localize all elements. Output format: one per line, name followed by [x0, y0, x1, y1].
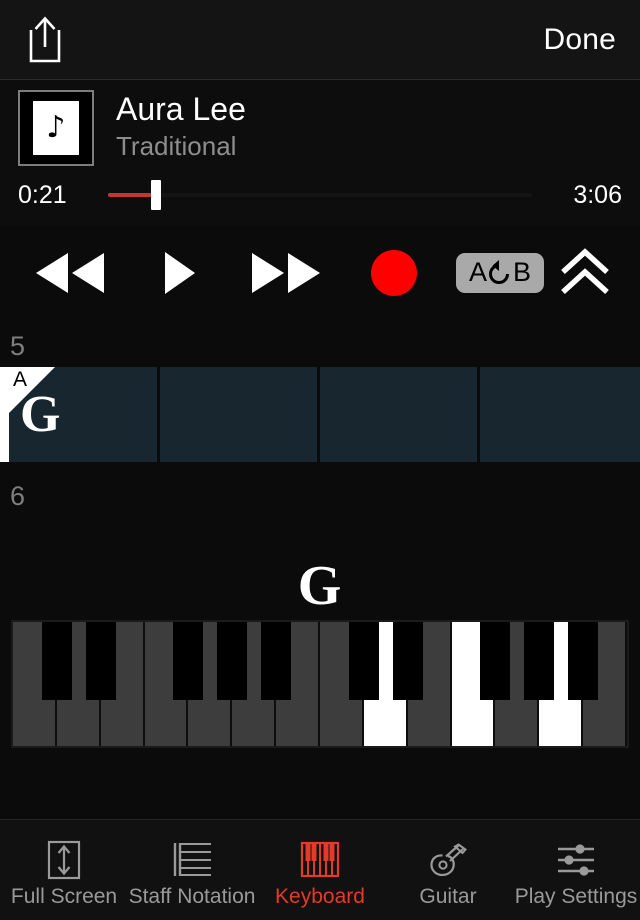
transport-controls: A B	[0, 225, 640, 320]
staff-notation-icon-wrap	[169, 837, 215, 883]
elapsed-time: 0:21	[18, 180, 67, 209]
black-key[interactable]	[173, 622, 204, 700]
tab-play-settings[interactable]: Play Settings	[512, 820, 640, 920]
song-row: ♪ Aura Lee Traditional	[18, 90, 622, 166]
keyboard-icon-wrap	[298, 837, 342, 883]
black-key[interactable]	[568, 622, 599, 700]
play-icon	[165, 251, 195, 294]
beat-cell[interactable]	[320, 367, 480, 462]
progress-knob[interactable]	[150, 180, 161, 210]
rewind-button[interactable]	[14, 238, 124, 308]
measure-number-top: 5	[10, 331, 26, 361]
album-artwork-inner: ♪	[33, 101, 79, 155]
share-button[interactable]	[22, 12, 68, 68]
total-time: 3:06	[573, 180, 622, 209]
record-button[interactable]	[342, 238, 446, 308]
chevron-double-up-icon	[561, 247, 609, 294]
staff-notation-icon	[173, 843, 211, 876]
progress-fill	[108, 193, 156, 197]
black-key[interactable]	[261, 622, 292, 700]
expand-button[interactable]	[554, 238, 626, 308]
piano-keyboard[interactable]	[11, 620, 629, 748]
share-upload-icon	[29, 16, 61, 62]
tab-label: Play Settings	[514, 885, 638, 908]
black-key[interactable]	[392, 622, 423, 700]
play-button[interactable]	[124, 238, 232, 308]
sliders-icon	[558, 844, 594, 876]
beat-cell[interactable]	[160, 367, 320, 462]
app-root: Done ♪ Aura Lee Traditional 0:21 3:06 A …	[0, 0, 640, 920]
song-title: Aura Lee	[116, 91, 246, 127]
album-artwork: ♪	[18, 90, 94, 166]
eighth-note-icon: ♪	[46, 110, 66, 145]
sliders-icon-wrap	[552, 837, 600, 883]
loop-arrow-icon	[489, 259, 509, 284]
playback-progress-row: 0:21 3:06	[18, 180, 622, 210]
rewind-icon	[36, 252, 104, 293]
current-chord-name: G	[297, 555, 343, 617]
chord-track-area[interactable]: 5 6 A G	[0, 320, 640, 510]
measure-strip[interactable]	[0, 367, 640, 462]
loop-b-label: B	[513, 257, 532, 287]
black-key[interactable]	[217, 622, 248, 700]
tab-label: Guitar	[419, 885, 477, 908]
tab-guitar[interactable]: Guitar	[384, 820, 512, 920]
tab-label: Full Screen	[10, 885, 118, 908]
guitar-icon-wrap	[424, 837, 472, 883]
loop-a-label: A	[468, 257, 487, 287]
keyboard-icon	[300, 841, 340, 878]
tab-staff-notation[interactable]: Staff Notation	[128, 820, 256, 920]
black-key[interactable]	[41, 622, 72, 700]
black-key[interactable]	[480, 622, 511, 700]
progress-slider[interactable]	[108, 180, 532, 210]
fast-forward-button[interactable]	[232, 238, 342, 308]
loop-ab-chip: A B	[456, 252, 544, 293]
progress-track	[108, 193, 532, 197]
guitar-icon	[430, 843, 467, 877]
done-button[interactable]: Done	[541, 19, 618, 61]
song-info-panel: ♪ Aura Lee Traditional 0:21 3:06	[0, 80, 640, 225]
black-key[interactable]	[85, 622, 116, 700]
tab-full-screen[interactable]: Full Screen	[0, 820, 128, 920]
top-navigation-bar: Done	[0, 0, 640, 80]
fast-forward-icon	[252, 252, 320, 293]
loop-ab-button[interactable]: A B	[446, 238, 554, 308]
tab-label: Staff Notation	[128, 885, 256, 908]
black-key[interactable]	[524, 622, 555, 700]
song-artist: Traditional	[116, 130, 237, 161]
instrument-panel: G	[0, 510, 640, 819]
record-dot-icon	[371, 249, 417, 296]
tab-label: Keyboard	[275, 885, 365, 908]
measure-chord-label: G	[20, 386, 61, 443]
measure-number-bottom: 6	[10, 481, 26, 510]
black-key[interactable]	[348, 622, 379, 700]
bottom-tab-bar: Full Screen Staff Notation Keyboard Guitar P…	[0, 819, 640, 920]
full-screen-icon	[47, 840, 81, 880]
playhead-marker[interactable]	[0, 367, 9, 462]
beat-cell[interactable]	[480, 367, 640, 462]
tab-keyboard[interactable]: Keyboard	[256, 820, 384, 920]
song-text-block: Aura Lee Traditional	[116, 90, 246, 162]
full-screen-icon-wrap	[42, 837, 86, 883]
